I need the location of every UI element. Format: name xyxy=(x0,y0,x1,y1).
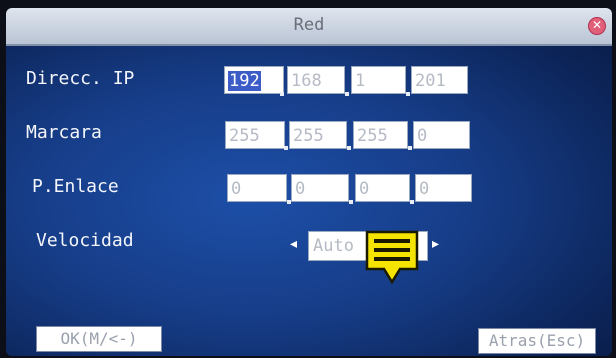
gateway-dot-separator xyxy=(410,200,414,204)
mask-octet-4-input[interactable]: 0 xyxy=(413,121,470,149)
menu-cursor-icon xyxy=(365,230,419,285)
arrow-left-icon[interactable]: ◂ xyxy=(290,236,297,252)
gateway-octet-2-input[interactable]: 0 xyxy=(291,174,349,202)
mask-dot-separator xyxy=(347,146,351,150)
gateway-octet-3-input[interactable]: 0 xyxy=(355,174,410,202)
gateway-label: P.Enlace xyxy=(32,176,119,197)
mask-octet-2-input[interactable]: 255 xyxy=(289,121,347,149)
mask-dot-separator xyxy=(284,146,288,150)
ip-address-label: Direcc. IP xyxy=(26,68,135,89)
window-title: Red xyxy=(293,15,325,35)
mask-octet-1-input[interactable]: 255 xyxy=(225,121,285,149)
subnet-mask-label: Marcara xyxy=(26,122,102,143)
ip-dot-separator xyxy=(345,92,349,96)
gateway-octet-1-input[interactable]: 0 xyxy=(227,174,287,202)
ip-dot-separator xyxy=(406,92,410,96)
mask-dot-separator xyxy=(408,146,412,150)
title-bar: Red ✕ xyxy=(6,8,612,46)
mask-octet-3-input[interactable]: 255 xyxy=(353,121,408,149)
speed-label: Velocidad xyxy=(36,230,134,251)
gateway-dot-separator xyxy=(349,200,353,204)
ip-octet-1-input[interactable]: 192 xyxy=(224,66,284,94)
ip-dot-separator xyxy=(280,92,284,96)
network-settings-screen: Red ✕ Direcc. IP 192 168 1 201 Marcara 2… xyxy=(6,8,612,356)
ip-octet-4-input[interactable]: 201 xyxy=(411,66,468,94)
arrow-right-icon[interactable]: ▸ xyxy=(432,236,439,252)
back-button[interactable]: Atras(Esc) xyxy=(478,328,596,354)
ok-button[interactable]: OK(M/<-) xyxy=(36,326,162,352)
close-icon[interactable]: ✕ xyxy=(588,17,606,35)
ip-octet-3-input[interactable]: 1 xyxy=(351,66,406,94)
ip-octet-2-input[interactable]: 168 xyxy=(287,66,345,94)
gateway-octet-4-input[interactable]: 0 xyxy=(415,174,472,202)
